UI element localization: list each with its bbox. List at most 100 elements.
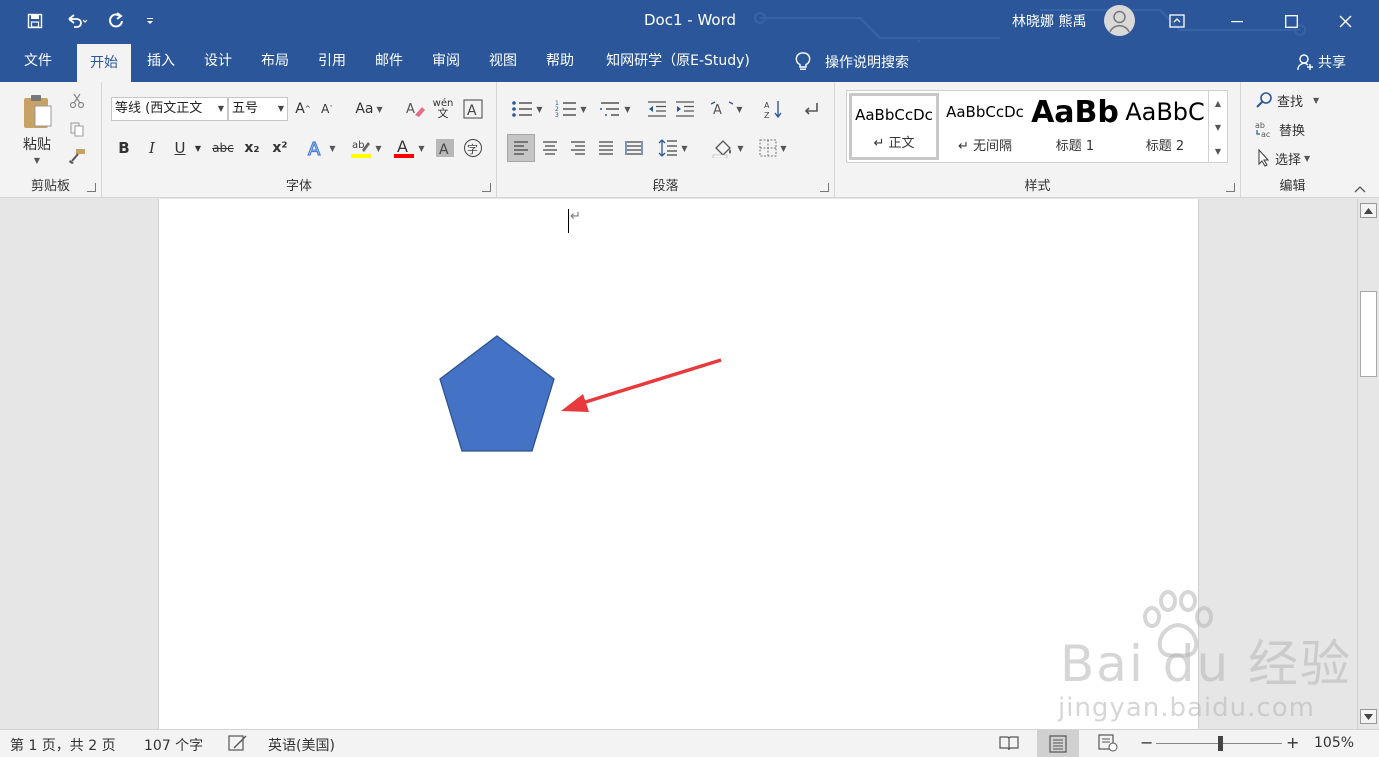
user-name[interactable]: 林晓娜 熊禹 (1012, 11, 1086, 31)
minimize-icon[interactable] (1214, 6, 1260, 36)
change-case-icon[interactable]: Aa ▼ (352, 97, 386, 121)
clipboard-launcher-icon[interactable] (87, 183, 96, 192)
replace-button[interactable]: ab ac 替换 (1255, 117, 1341, 141)
find-button[interactable]: 查找 ▼ (1255, 88, 1341, 112)
shrink-font-icon[interactable]: Aˇ (316, 97, 338, 121)
format-painter-icon[interactable] (66, 145, 88, 167)
style-no-spacing[interactable]: AaBbCcDc ↵ 无间隔 (940, 93, 1030, 160)
font-name-combo[interactable]: 等线 (西文正文 ▼ (111, 97, 228, 121)
gallery-scroll-up-icon[interactable]: ▲ (1208, 91, 1227, 115)
distributed-button[interactable] (621, 134, 647, 162)
bullets-icon[interactable]: ▼ (509, 97, 545, 121)
undo-icon[interactable] (60, 9, 94, 33)
show-marks-icon[interactable] (799, 97, 823, 121)
tab-view[interactable]: 视图 (478, 42, 528, 82)
grow-font-icon[interactable]: A ^ (292, 97, 314, 121)
gallery-more-icon[interactable]: ▼ (1208, 139, 1227, 163)
tell-me-search[interactable]: 操作说明搜索 (795, 50, 909, 74)
collapse-ribbon-icon[interactable] (1352, 182, 1368, 196)
share-button[interactable]: 共享 (1296, 50, 1346, 74)
bold-button[interactable]: B (112, 135, 136, 161)
decrease-indent-icon[interactable] (645, 97, 669, 121)
tab-file[interactable]: 文件 (12, 42, 64, 82)
align-left-button[interactable] (507, 134, 535, 162)
italic-button[interactable]: I (140, 135, 164, 161)
ribbon-display-icon[interactable] (1154, 6, 1200, 36)
customize-qat-icon[interactable] (138, 9, 162, 33)
tab-home[interactable]: 开始 (77, 44, 131, 82)
avatar[interactable] (1104, 5, 1135, 36)
font-launcher-icon[interactable] (482, 183, 491, 192)
text-effects-icon[interactable]: A ▼ (304, 135, 338, 161)
zoom-in-icon[interactable]: + (1286, 733, 1299, 752)
save-icon[interactable] (23, 9, 47, 33)
group-paragraph: ▼ 1 2 3 ▼ ▼ A ▼ AZ ▼ ▼ ▼ 段落 (497, 82, 835, 198)
proofing-icon[interactable] (228, 734, 248, 756)
chinese-layout-icon[interactable]: A ▼ (709, 97, 745, 121)
tab-insert[interactable]: 插入 (136, 42, 186, 82)
scroll-thumb[interactable] (1360, 291, 1377, 377)
select-label: 选择 (1275, 152, 1302, 168)
underline-button[interactable]: U (168, 135, 192, 161)
align-center-button[interactable] (537, 134, 563, 162)
strikethrough-button[interactable]: abc (208, 135, 238, 161)
tab-help[interactable]: 帮助 (535, 42, 585, 82)
tab-review[interactable]: 审阅 (421, 42, 471, 82)
print-layout-icon[interactable] (1037, 730, 1079, 757)
align-right-button[interactable] (565, 134, 591, 162)
borders-icon[interactable]: ▼ (753, 134, 793, 162)
tab-layout[interactable]: 布局 (250, 42, 300, 82)
style-heading-2[interactable]: AaBbC 标题 2 (1120, 93, 1210, 160)
copy-icon[interactable] (66, 118, 88, 140)
paste-button[interactable]: 粘贴 ▼ (14, 88, 60, 170)
sort-icon[interactable]: AZ (761, 97, 785, 121)
line-spacing-icon[interactable]: ▼ (653, 134, 693, 162)
maximize-icon[interactable] (1268, 6, 1314, 36)
redo-icon[interactable] (104, 9, 128, 33)
zoom-out-icon[interactable]: − (1140, 733, 1153, 752)
font-color-icon[interactable]: A ▼ (390, 135, 428, 161)
font-size-combo[interactable]: 五号 ▼ (228, 97, 288, 121)
tab-mailings[interactable]: 邮件 (364, 42, 414, 82)
increase-indent-icon[interactable] (673, 97, 697, 121)
phonetic-guide-icon[interactable]: wén 文 (432, 97, 454, 121)
close-icon[interactable] (1322, 6, 1368, 36)
clear-formatting-icon[interactable]: A (404, 97, 426, 121)
multilevel-list-icon[interactable]: ▼ (597, 97, 633, 121)
styles-group-label: 样式 (1024, 179, 1051, 194)
gallery-scroll-down-icon[interactable]: ▼ (1208, 115, 1227, 139)
underline-dropdown-icon[interactable]: ▼ (192, 135, 204, 161)
enclose-characters-icon[interactable]: 字 (462, 135, 484, 161)
search-icon (1256, 92, 1272, 108)
page-count[interactable]: 第 1 页，共 2 页 (10, 735, 116, 755)
style-heading-1[interactable]: AaBb 标题 1 (1030, 93, 1120, 160)
tab-design[interactable]: 设计 (193, 42, 243, 82)
word-count[interactable]: 107 个字 (144, 735, 203, 755)
read-mode-icon[interactable] (998, 734, 1020, 756)
select-button[interactable]: 选择 ▼ (1255, 146, 1341, 170)
language-indicator[interactable]: 英语(美国) (268, 735, 335, 755)
zoom-slider-thumb[interactable] (1217, 736, 1223, 751)
web-layout-icon[interactable] (1098, 734, 1118, 756)
styles-launcher-icon[interactable] (1226, 183, 1235, 192)
character-shading-icon[interactable]: A (434, 135, 456, 161)
justify-button[interactable] (593, 134, 619, 162)
document-page[interactable]: ↵ (158, 199, 1199, 729)
pentagon-shape[interactable] (434, 329, 564, 459)
vertical-scrollbar[interactable] (1357, 199, 1379, 729)
cut-icon[interactable] (66, 90, 88, 112)
highlight-icon[interactable]: ab ▼ (346, 135, 386, 161)
superscript-button[interactable]: x² (268, 135, 292, 161)
subscript-button[interactable]: x₂ (240, 135, 264, 161)
font-name-value: 等线 (西文正文 (115, 101, 203, 116)
numbering-icon[interactable]: 1 2 3 ▼ (553, 97, 589, 121)
scroll-up-icon[interactable] (1360, 203, 1377, 218)
style-normal[interactable]: AaBbCcDc ↵ 正文 (849, 93, 939, 160)
scroll-down-icon[interactable] (1360, 709, 1377, 724)
character-border-icon[interactable]: A (462, 97, 484, 121)
tab-references[interactable]: 引用 (307, 42, 357, 82)
paragraph-launcher-icon[interactable] (820, 183, 829, 192)
shading-icon[interactable]: ▼ (707, 134, 749, 162)
zoom-level[interactable]: 105% (1314, 735, 1354, 751)
tab-estudy[interactable]: 知网研学（原E-Study) (594, 42, 762, 82)
